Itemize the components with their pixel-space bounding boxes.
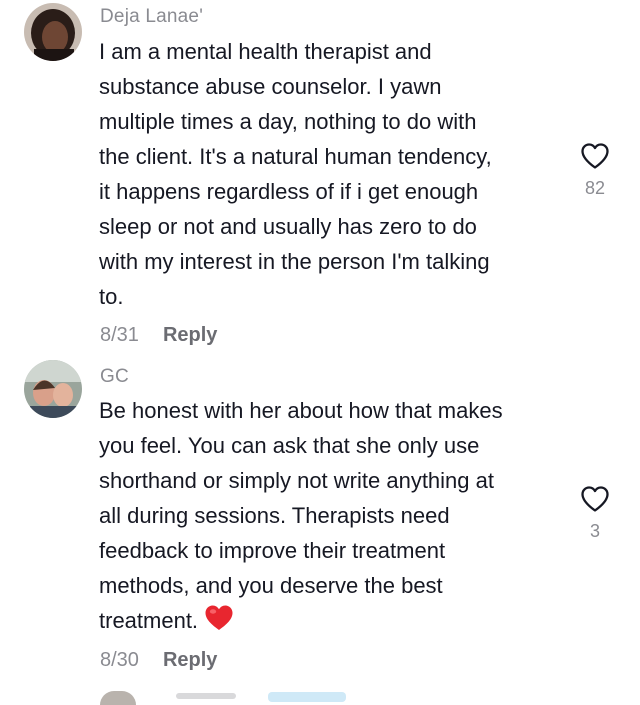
username-placeholder bbox=[176, 693, 236, 699]
next-comment-peek bbox=[0, 686, 640, 705]
comment-text: Be honest with her about how that makes … bbox=[99, 393, 559, 642]
like-button[interactable]: 82 bbox=[570, 142, 620, 199]
comment-text-content: Be honest with her about how that makes … bbox=[99, 398, 503, 633]
comment-item: Deja Lanae' I am a mental health therapi… bbox=[0, 0, 640, 360]
avatar[interactable] bbox=[100, 691, 136, 705]
like-button[interactable]: 3 bbox=[570, 485, 620, 542]
reply-button[interactable]: Reply bbox=[163, 649, 217, 671]
avatar[interactable] bbox=[24, 360, 82, 418]
heart-outline-icon[interactable] bbox=[580, 485, 610, 513]
red-heart-emoji bbox=[204, 604, 234, 642]
reply-button[interactable]: Reply bbox=[163, 324, 217, 346]
heart-outline-icon[interactable] bbox=[580, 142, 610, 170]
creator-badge bbox=[268, 692, 346, 702]
comment-meta: 8/31 Reply bbox=[100, 324, 217, 347]
comment-username[interactable]: Deja Lanae' bbox=[100, 6, 203, 28]
like-count: 82 bbox=[584, 178, 606, 198]
comment-item: GC Be honest with her about how that mak… bbox=[0, 360, 640, 685]
comment-meta: 8/30 Reply bbox=[100, 649, 217, 672]
comment-username[interactable]: GC bbox=[100, 366, 129, 388]
like-count: 3 bbox=[589, 521, 600, 541]
comment-date: 8/30 bbox=[100, 649, 139, 671]
comment-date: 8/31 bbox=[100, 324, 139, 346]
comment-text: I am a mental health therapist and subst… bbox=[99, 39, 492, 309]
avatar[interactable] bbox=[24, 3, 82, 61]
